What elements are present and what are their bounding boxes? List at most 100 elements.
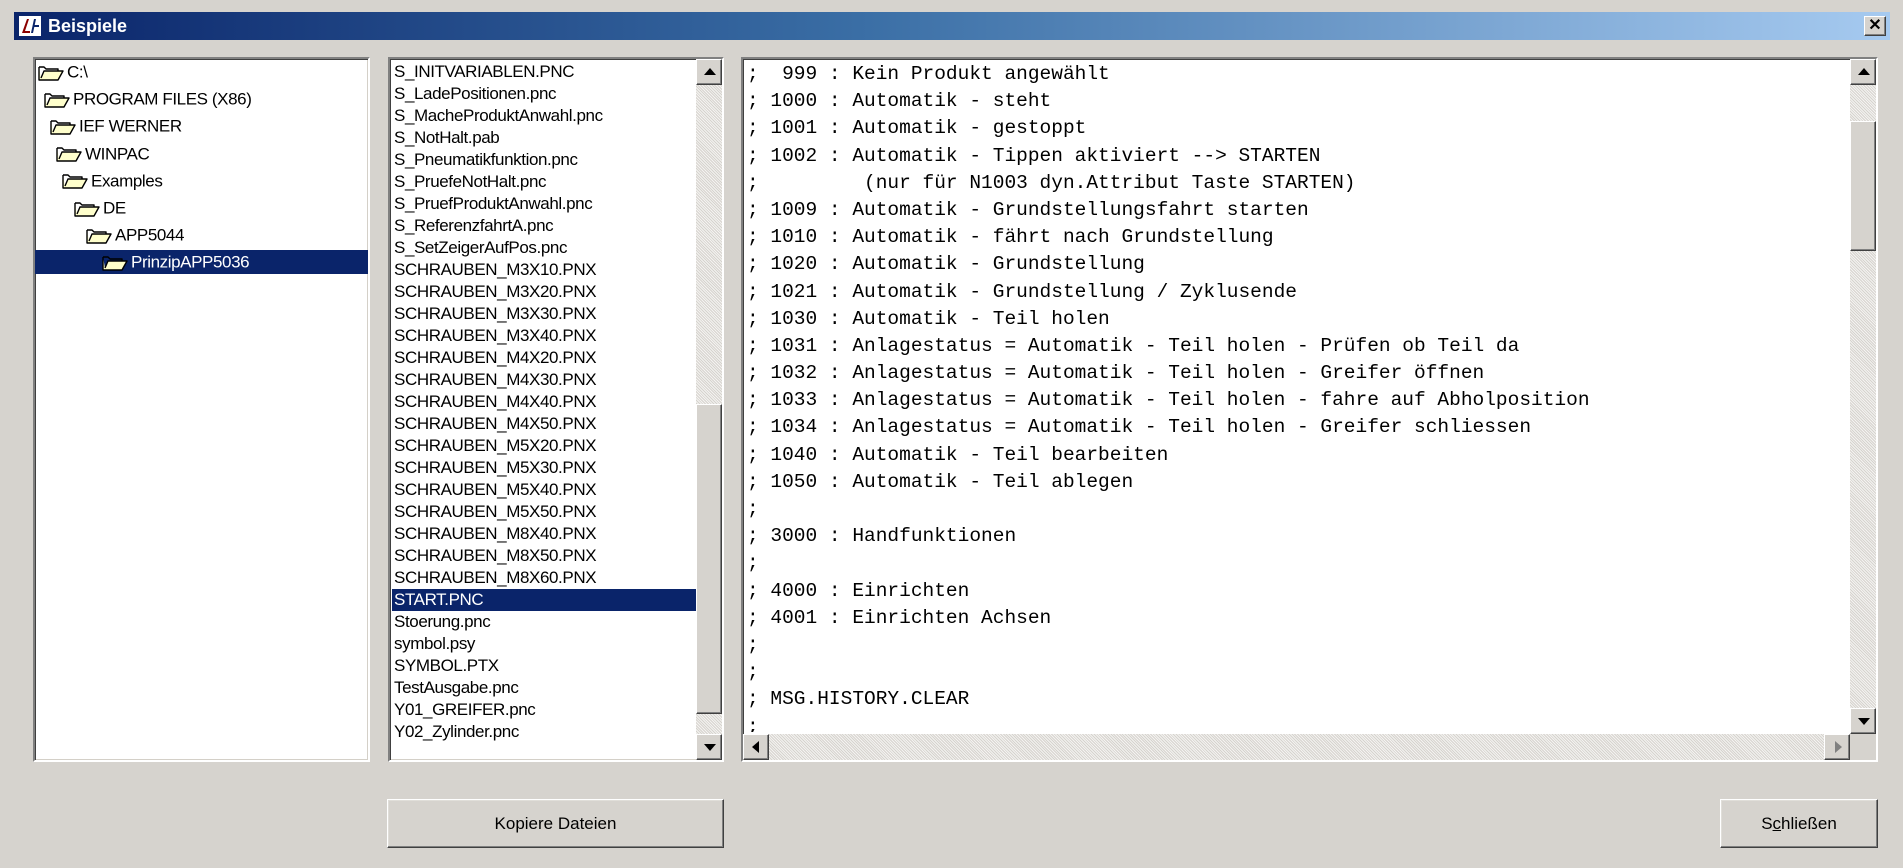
file-list-item[interactable]: SCHRAUBEN_M3X40.PNX <box>392 325 696 347</box>
file-list-item[interactable]: SCHRAUBEN_M3X10.PNX <box>392 259 696 281</box>
arrow-up-icon <box>1858 68 1870 75</box>
folder-tree-item-label: C:\ <box>67 62 88 82</box>
file-list-item[interactable]: Y01_GREIFER.pnc <box>392 699 696 721</box>
folder-tree-item[interactable]: WINPAC <box>35 142 150 166</box>
code-line: ; 1034 : Anlagestatus = Automatik - Teil… <box>747 416 1532 439</box>
folder-tree-item-label: Examples <box>91 171 163 191</box>
file-list-item[interactable]: TestAusgabe.pnc <box>392 677 696 699</box>
file-list-item[interactable]: SCHRAUBEN_M5X30.PNX <box>392 457 696 479</box>
file-list-item[interactable]: SCHRAUBEN_M4X50.PNX <box>392 413 696 435</box>
folder-tree-item-label: WINPAC <box>85 144 150 164</box>
open-folder-icon <box>102 254 128 272</box>
file-list-item[interactable]: SCHRAUBEN_M5X50.PNX <box>392 501 696 523</box>
scroll-down-button[interactable] <box>1850 708 1876 734</box>
code-line: ; 3000 : Handfunktionen <box>747 525 1017 548</box>
close-button[interactable]: Schließen <box>1720 799 1878 848</box>
file-list-item[interactable]: SCHRAUBEN_M4X20.PNX <box>392 347 696 369</box>
preview-scroll-thumb[interactable] <box>1850 121 1876 251</box>
file-list-item[interactable]: S_PruefeNotHalt.pnc <box>392 171 696 193</box>
code-line: ; 1030 : Automatik - Teil holen <box>747 307 1110 330</box>
folder-tree-item[interactable]: APP5044 <box>35 223 184 247</box>
file-preview[interactable]: ; 999 : Kein Produkt angewählt ; 1000 : A… <box>741 57 1878 762</box>
file-list-item[interactable]: S_ReferenzfahrtA.pnc <box>392 215 696 237</box>
open-folder-icon <box>86 227 112 245</box>
file-list-item[interactable]: S_INITVARIABLEN.PNC <box>392 61 696 83</box>
file-list-item[interactable]: S_NotHalt.pab <box>392 127 696 149</box>
code-line: ; <box>747 633 759 656</box>
code-line: ; 1032 : Anlagestatus = Automatik - Teil… <box>747 362 1485 385</box>
scroll-right-button[interactable] <box>1824 734 1850 760</box>
code-line: ; (nur für N1003 dyn.Attribut Taste STAR… <box>747 171 1356 194</box>
code-line: ; 999 : Kein Produkt angewählt <box>747 63 1110 85</box>
close-button-label-end: hließen <box>1781 814 1837 833</box>
preview-horizontal-scrollbar[interactable] <box>743 734 1850 760</box>
open-folder-icon <box>56 145 82 163</box>
preview-vertical-scrollbar[interactable] <box>1850 59 1876 734</box>
code-line: ; 4000 : Einrichten <box>747 579 970 602</box>
arrow-down-icon <box>1858 718 1870 725</box>
folder-tree-item[interactable]: PROGRAM FILES (X86) <box>35 87 252 111</box>
file-list-item[interactable]: SCHRAUBEN_M4X40.PNX <box>392 391 696 413</box>
file-list-item[interactable]: S_MacheProduktAnwahl.pnc <box>392 105 696 127</box>
file-list-item[interactable]: S_Pneumatikfunktion.pnc <box>392 149 696 171</box>
file-list-item[interactable]: SCHRAUBEN_M3X30.PNX <box>392 303 696 325</box>
file-list-item[interactable]: SCHRAUBEN_M8X50.PNX <box>392 545 696 567</box>
code-line: ; 1009 : Automatik - Grundstellungsfahrt… <box>747 198 1309 221</box>
code-line: ; 4001 : Einrichten Achsen <box>747 606 1052 629</box>
file-list-vertical-scrollbar[interactable] <box>696 59 722 760</box>
file-list-item[interactable]: START.PNC <box>392 589 696 611</box>
file-list-item[interactable]: Y02_Zylinder.pnc <box>392 721 696 743</box>
folder-tree-item-label: DE <box>103 198 126 218</box>
folder-tree-item[interactable]: C:\ <box>35 60 88 84</box>
file-list-item[interactable]: SCHRAUBEN_M5X20.PNX <box>392 435 696 457</box>
copy-files-button[interactable]: Kopiere Dateien <box>387 799 724 848</box>
close-button-mnemonic: c <box>1772 814 1782 833</box>
dialog-window: Beispiele ✕ C:\ PROGRAM FILES (X86) IEF WE… <box>0 0 1903 868</box>
open-folder-icon <box>74 200 100 218</box>
scroll-up-button[interactable] <box>1850 59 1876 85</box>
code-line: ; 1002 : Automatik - Tippen aktiviert --… <box>747 144 1321 167</box>
close-icon[interactable]: ✕ <box>1864 16 1886 36</box>
scroll-up-button[interactable] <box>696 59 722 85</box>
open-folder-icon <box>44 91 70 109</box>
file-list-item[interactable]: SCHRAUBEN_M4X30.PNX <box>392 369 696 391</box>
title-bar[interactable]: Beispiele ✕ <box>14 12 1890 40</box>
code-line: ; <box>747 498 759 520</box>
code-line: ; 1031 : Anlagestatus = Automatik - Teil… <box>747 334 1520 357</box>
file-list-item[interactable]: symbol.psy <box>392 633 696 655</box>
code-line: ; 1040 : Automatik - Teil bearbeiten <box>747 443 1169 466</box>
close-button-label-start: S <box>1761 814 1773 833</box>
file-list-item[interactable]: SCHRAUBEN_M8X40.PNX <box>392 523 696 545</box>
folder-tree-item-label: APP5044 <box>115 225 185 245</box>
file-preview-text: ; 999 : Kein Produkt angewählt ; 1000 : A… <box>747 61 1846 732</box>
folder-tree-item-label: PROGRAM FILES (X86) <box>73 89 252 109</box>
file-list-scroll-thumb[interactable] <box>696 404 722 714</box>
folder-tree-item[interactable]: IEF WERNER <box>35 114 182 138</box>
file-list-item[interactable]: S_PruefProduktAnwahl.pnc <box>392 193 696 215</box>
app-icon <box>19 16 41 36</box>
code-line: ; 1000 : Automatik - steht <box>747 90 1052 113</box>
open-folder-icon <box>38 64 64 82</box>
folder-tree-item[interactable]: PrinzipAPP5036 <box>35 250 368 275</box>
folder-tree[interactable]: C:\ PROGRAM FILES (X86) IEF WERNER WINPAC Ex… <box>33 57 370 762</box>
scroll-down-button[interactable] <box>696 734 722 760</box>
code-line: ; 1001 : Automatik - gestoppt <box>747 117 1087 140</box>
file-list[interactable]: S_INITVARIABLEN.PNC S_LadePositionen.pnc S… <box>388 57 724 762</box>
file-list-item[interactable]: SCHRAUBEN_M3X20.PNX <box>392 281 696 303</box>
code-line: ; 1020 : Automatik - Grundstellung <box>747 253 1145 276</box>
code-line: ; 1021 : Automatik - Grundstellung / Zyk… <box>747 280 1297 303</box>
code-line: ; MSG.HISTORY.CLEAR <box>747 688 970 711</box>
file-list-item[interactable]: Stoerung.pnc <box>392 611 696 633</box>
arrow-down-icon <box>704 744 716 751</box>
file-list-item[interactable]: SCHRAUBEN_M8X60.PNX <box>392 567 696 589</box>
folder-tree-item[interactable]: Examples <box>35 169 163 193</box>
file-list-item[interactable]: SCHRAUBEN_M5X40.PNX <box>392 479 696 501</box>
folder-tree-item[interactable]: DE <box>35 196 126 220</box>
arrow-right-icon <box>1835 741 1842 753</box>
file-list-item[interactable]: SYMBOL.PTX <box>392 655 696 677</box>
scroll-left-button[interactable] <box>743 734 769 760</box>
file-list-item[interactable]: S_LadePositionen.pnc <box>392 83 696 105</box>
file-list-item[interactable]: S_SetZeigerAufPos.pnc <box>392 237 696 259</box>
code-line: ; <box>747 661 759 684</box>
folder-tree-item-label: IEF WERNER <box>79 116 182 136</box>
